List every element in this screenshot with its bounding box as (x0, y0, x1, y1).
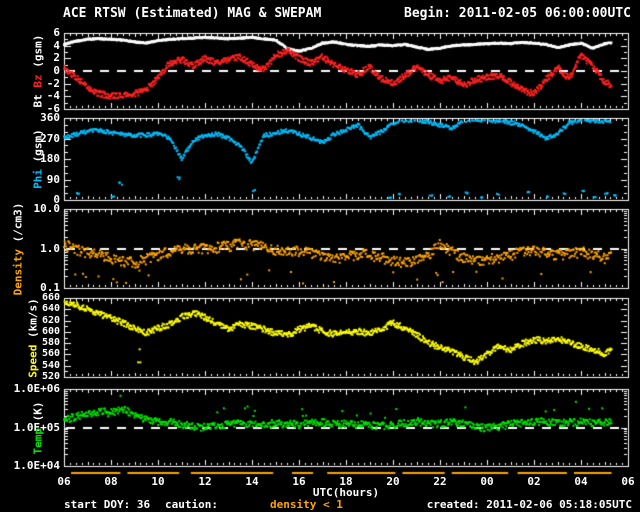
ylabel-density-part: Density (11, 248, 25, 295)
ylabel-density: Density (/cm3) (12, 202, 25, 295)
ytick-phi-360: 360 (40, 111, 60, 124)
ytick-mag-6: 6 (53, 26, 60, 39)
plot-canvas (0, 0, 640, 512)
xtick-12-06: 06 (621, 475, 635, 488)
ytick-temp-1.0E+06: 1.0E+06 (13, 382, 60, 395)
ylabel-phi-part: Phi (31, 168, 45, 189)
ylabel-temp-part: (K) (31, 401, 45, 428)
footer-caution-value: density < 1 (270, 498, 343, 511)
ylabel-speed-part: Speed (26, 344, 40, 378)
xtick-9-00: 00 (480, 475, 494, 488)
ytick-mag-0: 0 (53, 64, 60, 77)
xtick-5-16: 16 (292, 475, 306, 488)
xtick-7-20: 20 (386, 475, 400, 488)
plot-title: ACE RTSW (Estimated) MAG & SWEPAM (63, 6, 322, 21)
ytick-phi-180: 180 (40, 152, 60, 165)
ylabel-phi-part: (gsm) (31, 129, 45, 169)
ytick-density-10.0: 10.0 (33, 202, 61, 215)
ace-rtsw-plot: ACE RTSW (Estimated) MAG & SWEPAM Begin:… (0, 0, 640, 512)
ytick-mag--2: -2 (46, 76, 60, 90)
ylabel-phi: Phi (gsm) (32, 129, 45, 189)
ytick-temp-1.0E+04: 1.0E+04 (13, 459, 60, 472)
ytick-phi-270: 270 (40, 131, 60, 145)
ylabel-mag-part: Bz (31, 74, 45, 88)
ytick-density-1.0: 1.0 (40, 241, 60, 255)
ylabel-mag-part: Bt (31, 87, 45, 108)
xtick-3-12: 12 (198, 475, 212, 488)
ylabel-temp-part: Temp (31, 427, 45, 455)
footer-caution-label: caution: (165, 498, 218, 511)
xtick-6-18: 18 (339, 475, 353, 488)
ylabel-density-part: (/cm3) (11, 202, 25, 249)
ytick-phi-90: 90 (46, 172, 60, 186)
ytick-mag-4: 4 (53, 38, 60, 52)
ytick-mag--4: -4 (46, 89, 60, 103)
ylabel-temp: Temp (K) (32, 401, 45, 454)
xtick-11-04: 04 (574, 475, 588, 488)
xtick-10-02: 02 (527, 475, 541, 488)
footer-created-timestamp: created: 2011-02-06 05:18:05UTC (426, 498, 632, 511)
ylabel-mag: Bt Bz (gsm) (32, 35, 45, 108)
xtick-1-08: 08 (104, 475, 118, 488)
xtick-0-06: 06 (57, 475, 71, 488)
ylabel-mag-part: (gsm) (31, 34, 45, 75)
begin-timestamp: Begin: 2011-02-05 06:00:00UTC (404, 6, 631, 21)
xtick-4-14: 14 (245, 475, 259, 488)
ylabel-speed-part: (km/s) (26, 297, 40, 345)
xtick-8-22: 22 (433, 475, 447, 488)
ytick-mag-2: 2 (53, 51, 60, 65)
ytick-temp-1.0E+05: 1.0E+05 (13, 420, 60, 434)
ylabel-speed: Speed (km/s) (27, 298, 40, 377)
footer-start-doy: start DOY: 36 (64, 498, 151, 511)
xtick-2-10: 10 (151, 475, 165, 488)
